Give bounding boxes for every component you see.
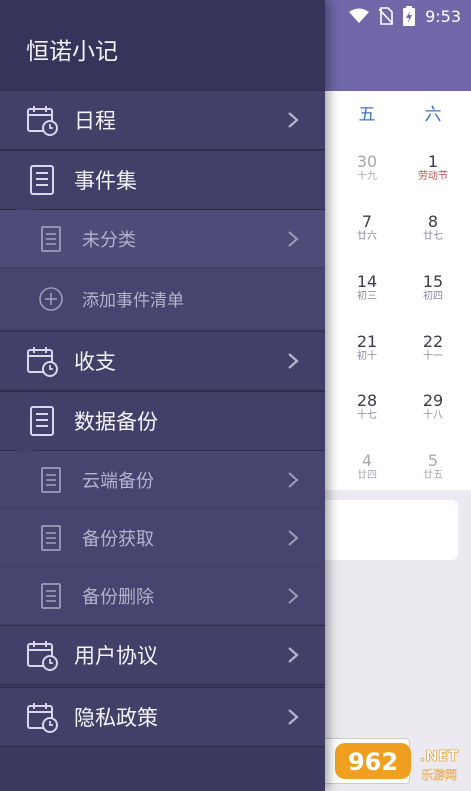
chevron-right-icon [283,230,303,248]
submenu-item-fetch-backup[interactable]: 备份获取 [0,509,325,567]
menu-item-label: 隐私政策 [74,706,158,730]
calendar-clock-icon [24,343,60,379]
day-cell[interactable]: 8 廿七 [407,213,459,243]
menu-item-label: 备份删除 [82,586,154,608]
menu-item-label: 添加事件清单 [82,291,184,311]
menu-item-data-backup[interactable]: 数据备份 [0,391,325,451]
menu-item-label: 未分类 [82,229,136,251]
document-icon [36,224,66,254]
wifi-icon [349,8,370,23]
notebook-icon [24,162,60,198]
chevron-right-icon [283,646,303,664]
day-cell[interactable]: 29 十八 [407,392,459,422]
chevron-right-icon [283,471,303,489]
menu-item-user-agreement[interactable]: 用户协议 [0,625,325,685]
submenu-item-delete-backup[interactable]: 备份删除 [0,567,325,625]
svg-text:乐游网: 乐游网 [421,768,457,782]
document-icon [36,523,66,553]
drawer-header: 恒诺小记 [0,0,325,90]
day-cell[interactable]: 5 廿五 [407,452,459,482]
document-icon [36,465,66,495]
submenu-item-uncategorized[interactable]: 未分类 [0,210,325,268]
submenu-item-cloud-backup[interactable]: 云端备份 [0,451,325,509]
document-icon [36,581,66,611]
menu-item-privacy-policy[interactable]: 隐私政策 [0,687,325,747]
menu-item-schedule[interactable]: 日程 [0,90,325,150]
calendar-clock-icon [24,102,60,138]
menu-item-label: 数据备份 [74,410,158,434]
day-cell[interactable]: 30 十九 [341,153,393,183]
day-cell[interactable]: 4 廿四 [341,452,393,482]
menu-item-label: 事件集 [74,169,137,193]
menu-item-event-sets[interactable]: 事件集 [0,150,325,210]
navigation-drawer: 恒诺小记 日程 事件集 未分类 添加事件清单 收支 数据备份 云端备份 备份获取… [0,0,325,791]
status-time: 9:53 [425,6,461,26]
day-cell[interactable]: 28 十七 [341,392,393,422]
watermark-logo: 962 .NET 乐游网 [335,741,465,785]
app-title: 恒诺小记 [26,39,118,65]
chevron-right-icon [283,111,303,129]
day-cell[interactable]: 21 初十 [341,333,393,363]
battery-charging-icon [403,6,416,26]
day-cell[interactable]: 15 初四 [407,273,459,303]
day-cell[interactable]: 7 廿六 [341,213,393,243]
weekday-sat: 六 [424,105,442,125]
no-sim-icon [379,7,394,25]
calendar-clock-icon [24,637,60,673]
notebook-icon [24,403,60,439]
add-circle-icon [36,284,66,314]
day-cell[interactable]: 14 初三 [341,273,393,303]
menu-item-income-expense[interactable]: 收支 [0,331,325,391]
menu-item-label: 云端备份 [82,470,154,492]
calendar-clock-icon [24,699,60,735]
svg-text:962: 962 [348,748,398,776]
chevron-right-icon [283,352,303,370]
chevron-right-icon [283,587,303,605]
add-event-list-button[interactable]: 添加事件清单 [0,268,325,330]
svg-text:.NET: .NET [420,747,459,765]
menu-item-label: 备份获取 [82,528,154,550]
menu-item-label: 日程 [74,109,116,133]
menu-item-label: 用户协议 [74,644,158,668]
weekday-fri: 五 [358,105,376,125]
status-bar: 9:53 [311,0,471,32]
chevron-right-icon [283,529,303,547]
menu-item-label: 收支 [74,350,116,374]
chevron-right-icon [283,708,303,726]
day-cell[interactable]: 22 十一 [407,333,459,363]
day-cell[interactable]: 1 劳动节 [407,153,459,183]
